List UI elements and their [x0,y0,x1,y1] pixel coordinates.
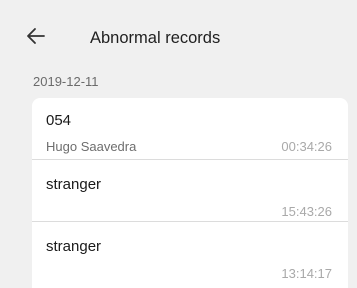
records-list: 054 Hugo Saavedra 00:34:26 stranger 15:4… [32,98,348,288]
date-section-header: 2019-12-11 [33,74,99,89]
record-item[interactable]: 054 Hugo Saavedra 00:34:26 [32,98,348,160]
record-name: stranger [46,238,102,255]
arrow-left-icon [27,28,45,44]
record-name: stranger [46,176,102,193]
record-time: 13:14:17 [281,266,332,281]
back-button[interactable] [24,24,48,48]
record-time: 15:43:26 [281,204,332,219]
record-item[interactable]: stranger 13:14:17 [32,222,348,284]
record-item[interactable]: stranger 15:43:26 [32,160,348,222]
header-bar: Abnormal records [0,0,357,80]
record-person-name: Hugo Saavedra [46,139,137,154]
record-time: 00:34:26 [281,139,332,154]
record-name: 054 [46,112,72,129]
page-title: Abnormal records [90,29,221,47]
